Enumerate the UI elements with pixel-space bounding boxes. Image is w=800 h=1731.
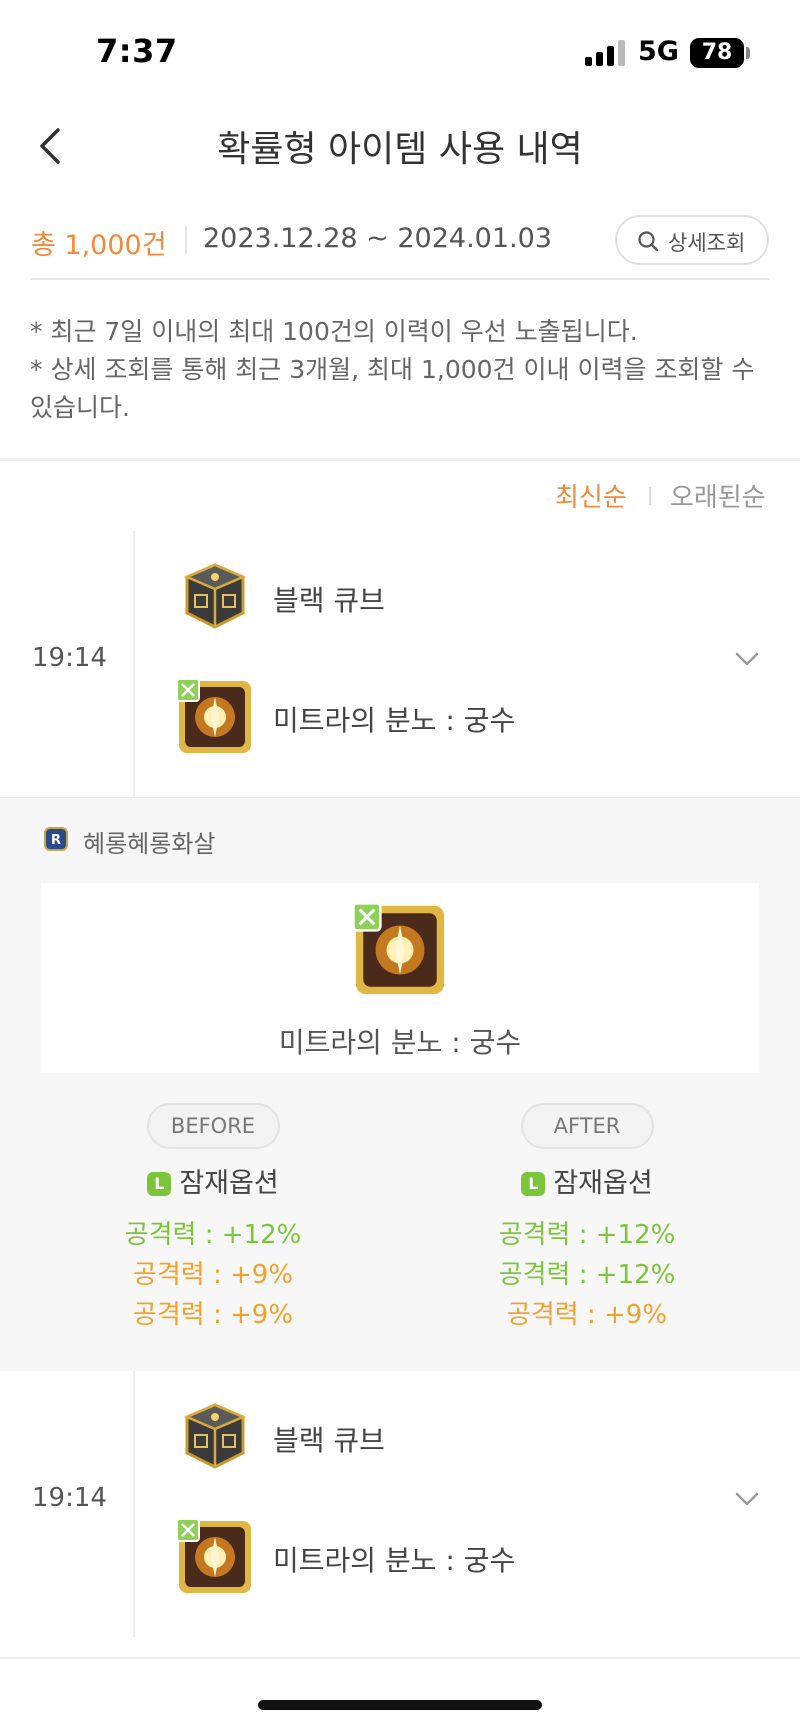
- divider: [0, 1657, 800, 1659]
- item-name: 미트라의 분노 : 궁수: [278, 1026, 522, 1059]
- battery-nub: [746, 47, 750, 59]
- character-name: 혜롱혜롱화살: [83, 830, 216, 858]
- before-column: BEFORE L 잠재옵션 공격력 : +12% 공격력 : +9% 공격력 : …: [63, 1103, 363, 1335]
- option-line: 공격력 : +9%: [132, 1260, 294, 1290]
- history-entry[interactable]: 19:14 블랙 큐브 미트라의 분노: 궁수: [0, 531, 800, 797]
- emblem-item-icon: [175, 677, 255, 757]
- black-cube-icon: [175, 1397, 255, 1477]
- guild-emblem-icon: R: [44, 827, 68, 851]
- network-label: 5G: [638, 36, 679, 67]
- header: 확률형 아이템 사용 내역: [0, 100, 800, 190]
- history-entry[interactable]: 19:14 블랙 큐브 미트라의 분노: 궁수: [0, 1371, 800, 1637]
- emblem-item-icon: [351, 901, 449, 999]
- option-title-label: 잠재옵션: [553, 1168, 653, 1199]
- option-title-label: 잠재옵션: [179, 1168, 279, 1199]
- chevron-down-icon[interactable]: [733, 649, 761, 669]
- battery-icon: 78: [690, 38, 744, 68]
- section-divider: [0, 458, 800, 461]
- timeline-line: [133, 1371, 135, 1637]
- option-line: 공격력 : +9%: [132, 1300, 294, 1330]
- date-range: 2023.12.28 ~ 2024.01.03: [203, 223, 552, 254]
- target-item-name: 미트라의 분노 : 궁수: [273, 1544, 516, 1577]
- home-indicator[interactable]: [258, 1700, 542, 1710]
- search-icon: [638, 231, 659, 252]
- chevron-down-icon[interactable]: [733, 1489, 761, 1509]
- entry-time: 19:14: [32, 1483, 107, 1513]
- signal-icon: [585, 40, 627, 66]
- option-title: L 잠재옵션: [437, 1161, 737, 1199]
- divider: [649, 487, 651, 505]
- status-time: 7:37: [96, 32, 178, 70]
- used-item-name: 블랙 큐브: [273, 1424, 385, 1457]
- emblem-item-icon: [175, 1517, 255, 1597]
- after-label: AFTER: [520, 1103, 654, 1149]
- sort-newest[interactable]: 최신순: [555, 477, 627, 514]
- summary-bar: 총 1,000건 2023.12.28 ~ 2024.01.03 상세조회: [0, 210, 800, 280]
- option-title: L 잠재옵션: [63, 1161, 363, 1199]
- option-line: 공격력 : +12%: [498, 1220, 676, 1250]
- timeline-line: [133, 531, 135, 797]
- after-column: AFTER L 잠재옵션 공격력 : +12% 공격력 : +12% 공격력 : …: [437, 1103, 737, 1335]
- notice-line: * 상세 조회를 통해 최근 3개월, 최대 1,000건 이내 이력을 조회할…: [30, 355, 755, 422]
- option-line: 공격력 : +12%: [124, 1220, 302, 1250]
- sort-options: 최신순 오래된순: [0, 475, 800, 515]
- black-cube-icon: [175, 557, 255, 637]
- legendary-grade-icon: L: [521, 1172, 546, 1196]
- option-lines: 공격력 : +12% 공격력 : +12% 공격력 : +9%: [437, 1215, 737, 1335]
- detail-search-label: 상세조회: [668, 231, 746, 255]
- entry-detail-panel: R 혜롱혜롱화살 미트라의 분노 : 궁수 BEFORE L 잠재옵션 공격력 :…: [0, 798, 800, 1371]
- option-line: 공격력 : +9%: [506, 1300, 668, 1330]
- total-count: 총 1,000건: [31, 230, 167, 261]
- item-card: 미트라의 분노 : 궁수: [41, 883, 759, 1073]
- notice: * 최근 7일 이내의 최대 100건의 이력이 우선 노출됩니다. * 상세 …: [30, 313, 770, 427]
- option-line: 공격력 : +12%: [498, 1260, 676, 1290]
- page-title: 확률형 아이템 사용 내역: [217, 129, 583, 170]
- target-item-name: 미트라의 분노 : 궁수: [273, 704, 516, 737]
- used-item-name: 블랙 큐브: [273, 584, 385, 617]
- option-lines: 공격력 : +12% 공격력 : +9% 공격력 : +9%: [63, 1215, 363, 1335]
- svg-text:R: R: [51, 833, 61, 848]
- divider: [185, 226, 187, 254]
- entry-time: 19:14: [32, 643, 107, 673]
- legendary-grade-icon: L: [147, 1172, 172, 1196]
- before-label: BEFORE: [146, 1103, 280, 1149]
- status-bar: 7:37 5G 78: [0, 0, 800, 100]
- divider: [30, 278, 770, 280]
- sort-oldest[interactable]: 오래된순: [670, 477, 766, 514]
- detail-search-button[interactable]: 상세조회: [615, 215, 769, 265]
- notice-line: * 최근 7일 이내의 최대 100건의 이력이 우선 노출됩니다.: [30, 317, 638, 346]
